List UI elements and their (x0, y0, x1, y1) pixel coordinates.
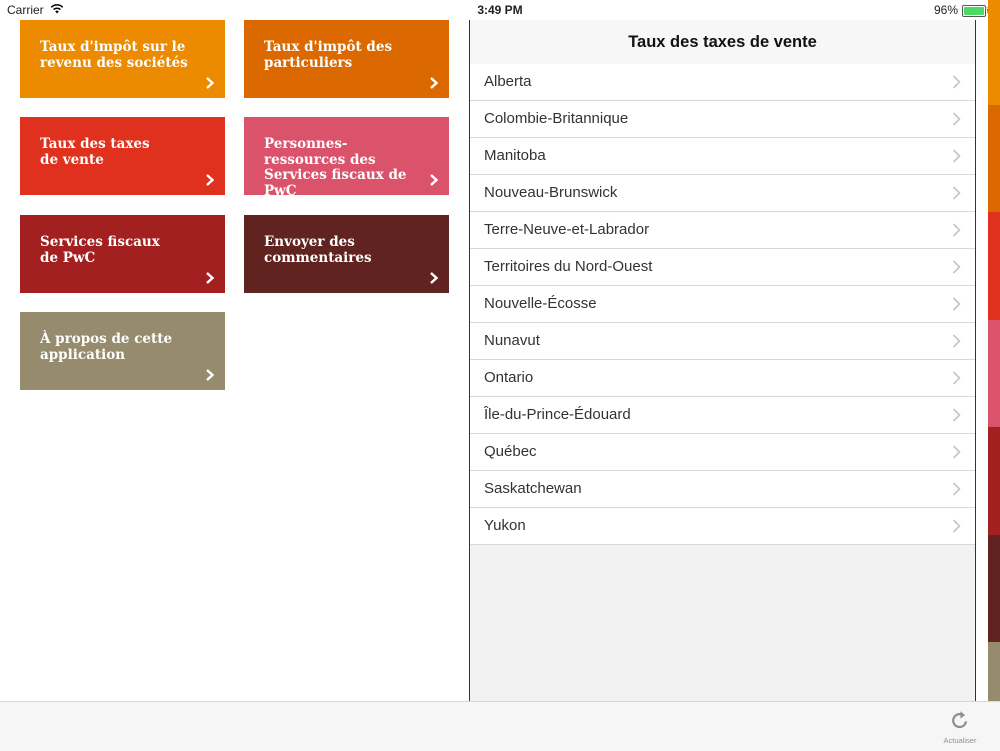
chevron-right-icon (952, 519, 961, 533)
tile-label: Personnes- ressources des Services fisca… (264, 136, 407, 195)
list-item-label: Alberta (484, 73, 532, 90)
list-item-alberta[interactable]: Alberta (470, 64, 975, 101)
list-item-quebec[interactable]: Québec (470, 434, 975, 471)
strip-segment (988, 642, 1000, 701)
chevron-right-icon (952, 482, 961, 496)
chevron-right-icon (206, 369, 215, 381)
chevron-right-icon (952, 334, 961, 348)
list-item-label: Saskatchewan (484, 480, 582, 497)
list-item-label: Île-du-Prince-Édouard (484, 406, 631, 423)
chevron-right-icon (952, 445, 961, 459)
list-item-label: Nunavut (484, 332, 540, 349)
tile-label: À propos de cette application (40, 331, 173, 363)
list-item-saskatchewan[interactable]: Saskatchewan (470, 471, 975, 508)
chevron-right-icon (206, 77, 215, 89)
chevron-right-icon (952, 149, 961, 163)
tile-tax-services[interactable]: Services fiscaux de PwC (20, 215, 225, 293)
list-item-label: Nouveau-Brunswick (484, 184, 618, 201)
chevron-right-icon (952, 408, 961, 422)
chevron-right-icon (952, 112, 961, 126)
strip-segment (988, 212, 1000, 320)
tile-label: Services fiscaux de PwC (40, 234, 160, 266)
list-item-yukon[interactable]: Yukon (470, 508, 975, 545)
list-item-label: Manitoba (484, 147, 546, 164)
list-item-ontario[interactable]: Ontario (470, 360, 975, 397)
status-time: 3:49 PM (477, 3, 523, 17)
list-item-manitoba[interactable]: Manitoba (470, 138, 975, 175)
tile-feedback[interactable]: Envoyer des commentaires (244, 215, 449, 293)
tile-label: Taux d'impôt des particuliers (264, 39, 393, 71)
chevron-right-icon (206, 174, 215, 186)
tile-sales-tax[interactable]: Taux des taxes de vente (20, 117, 225, 195)
tile-personal-tax[interactable]: Taux d'impôt des particuliers (244, 20, 449, 98)
chevron-right-icon (952, 297, 961, 311)
list-item-nunavut[interactable]: Nunavut (470, 323, 975, 360)
refresh-icon (952, 711, 968, 729)
strip-segment (988, 105, 1000, 212)
list-item-label: Yukon (484, 517, 526, 534)
tile-corporate-tax[interactable]: Taux d'impôt sur le revenu des sociétés (20, 20, 225, 98)
list-item-label: Colombie-Britannique (484, 110, 629, 127)
province-list: Alberta Colombie-Britannique Manitoba No… (470, 64, 975, 545)
chevron-right-icon (430, 77, 439, 89)
chevron-right-icon (430, 174, 439, 186)
list-item-label: Nouvelle-Écosse (484, 295, 597, 312)
list-item-label: Québec (484, 443, 537, 460)
chevron-right-icon (952, 75, 961, 89)
bottom-toolbar: Actualiser (0, 701, 1000, 751)
refresh-label: Actualiser (943, 736, 977, 745)
chevron-right-icon (952, 371, 961, 385)
status-bar: Carrier 3:49 PM 96% ⚡ (0, 0, 1000, 20)
list-item-colombie-britannique[interactable]: Colombie-Britannique (470, 101, 975, 138)
battery-percentage: 96% (933, 3, 958, 17)
list-item-label: Terre-Neuve-et-Labrador (484, 221, 650, 238)
panel-title: Taux des taxes de vente (628, 33, 817, 51)
strip-segment (988, 535, 1000, 642)
sales-tax-panel: Taux des taxes de vente Alberta Colombie… (469, 20, 976, 710)
tile-label: Taux d'impôt sur le revenu des sociétés (40, 39, 188, 71)
list-item-territoires-du-nord-ouest[interactable]: Territoires du Nord-Ouest (470, 249, 975, 286)
list-item-terre-neuve-et-labrador[interactable]: Terre-Neuve-et-Labrador (470, 212, 975, 249)
strip-segment (988, 320, 1000, 427)
chevron-right-icon (206, 272, 215, 284)
battery-icon (962, 5, 989, 17)
list-item-label: Ontario (484, 369, 534, 386)
tile-contacts[interactable]: Personnes- ressources des Services fisca… (244, 117, 449, 195)
refresh-button[interactable]: Actualiser (942, 709, 978, 749)
chevron-right-icon (952, 223, 961, 237)
chevron-right-icon (952, 260, 961, 274)
list-item-ile-du-prince-edouard[interactable]: Île-du-Prince-Édouard (470, 397, 975, 434)
chevron-right-icon (952, 186, 961, 200)
strip-segment (988, 427, 1000, 535)
strip-segment (988, 0, 1000, 105)
panel-header: Taux des taxes de vente (470, 20, 975, 65)
list-item-nouveau-brunswick[interactable]: Nouveau-Brunswick (470, 175, 975, 212)
chevron-right-icon (430, 272, 439, 284)
tile-label: Envoyer des commentaires (264, 234, 372, 266)
tile-about[interactable]: À propos de cette application (20, 312, 225, 390)
tile-label: Taux des taxes de vente (40, 136, 150, 168)
list-item-label: Territoires du Nord-Ouest (484, 258, 653, 275)
list-item-nouvelle-ecosse[interactable]: Nouvelle-Écosse (470, 286, 975, 323)
